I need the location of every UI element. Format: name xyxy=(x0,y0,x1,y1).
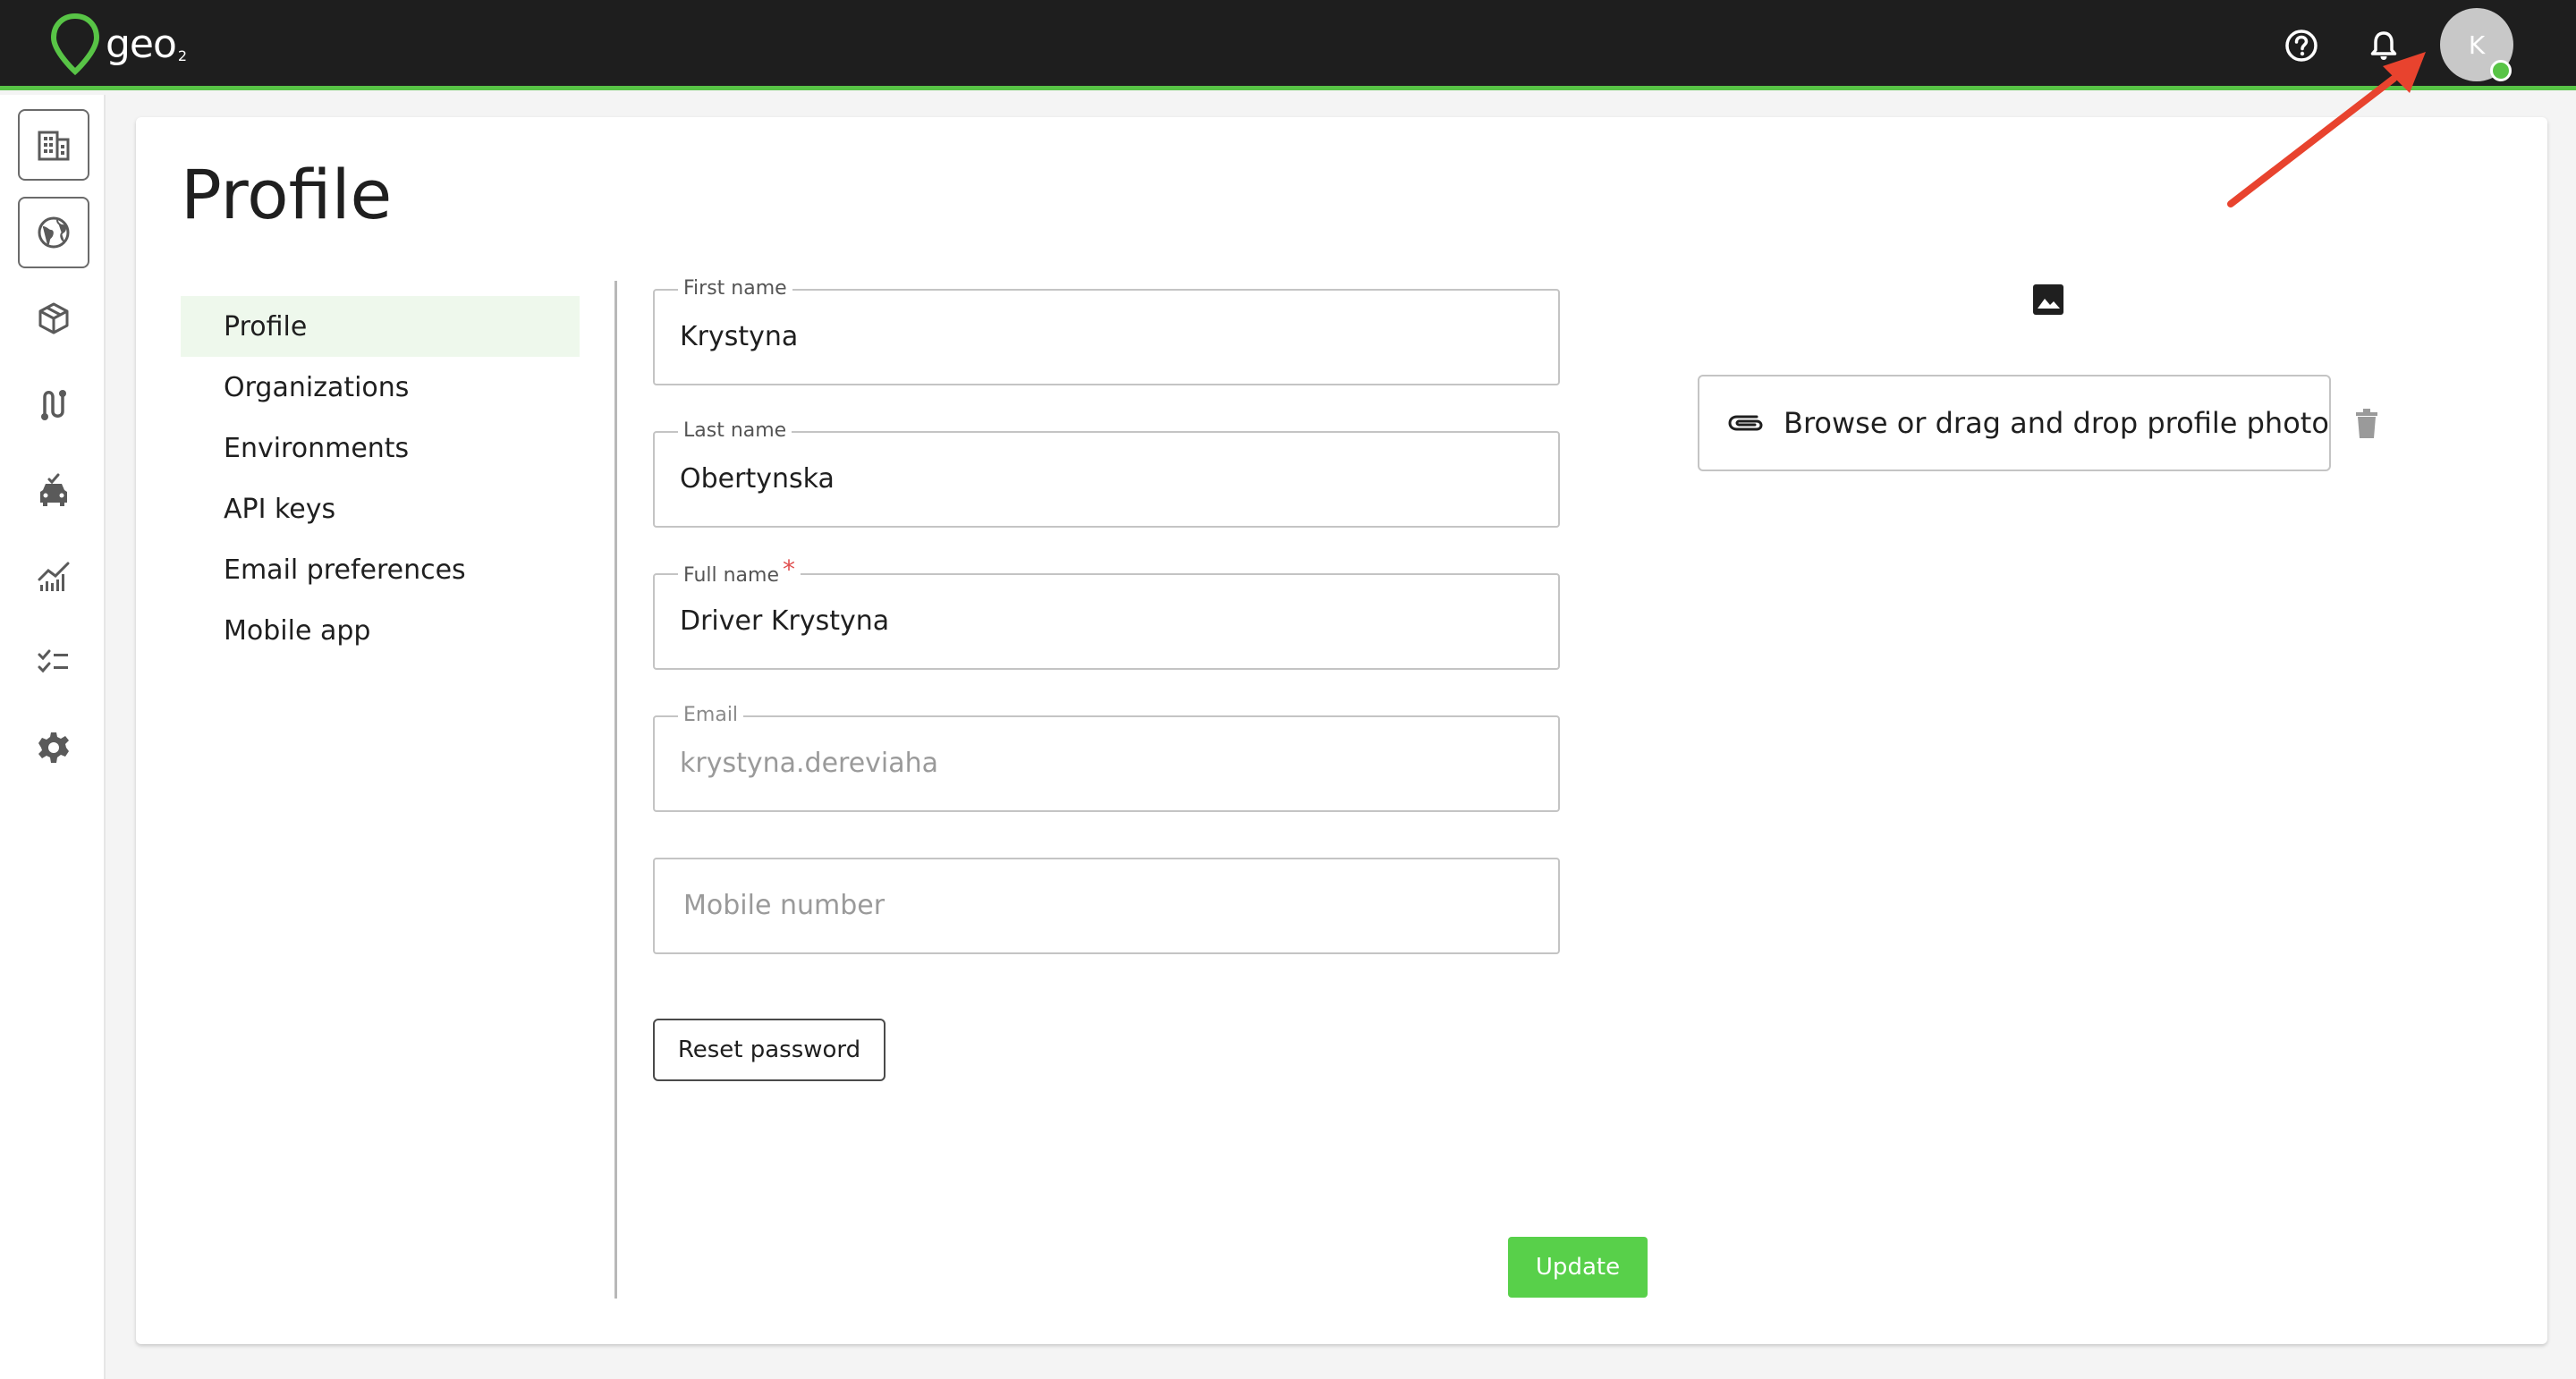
nav-analytics[interactable] xyxy=(18,540,89,612)
menu-item-profile[interactable]: Profile xyxy=(181,296,580,357)
settings-icon xyxy=(38,732,69,763)
nav-packages[interactable] xyxy=(18,283,89,354)
globe-icon xyxy=(38,216,70,249)
online-status-indicator xyxy=(2490,60,2512,81)
full-name-value: Driver Krystyna xyxy=(680,605,890,637)
vertical-divider xyxy=(614,281,617,1299)
vehicle-icon xyxy=(40,473,67,506)
reset-password-button[interactable]: Reset password xyxy=(653,1019,886,1081)
analytics-icon xyxy=(38,562,70,591)
browse-photo-button[interactable]: Browse or drag and drop profile photo xyxy=(1698,375,2331,471)
menu-item-api-keys[interactable]: API keys xyxy=(181,478,580,539)
nav-buildings[interactable] xyxy=(18,109,89,181)
menu-item-mobile-app[interactable]: Mobile app xyxy=(181,600,580,661)
nav-globe[interactable] xyxy=(18,197,89,268)
geo-pin-icon xyxy=(50,13,100,75)
help-icon[interactable] xyxy=(2281,25,2322,66)
nav-settings[interactable] xyxy=(18,712,89,783)
top-bar: geo 2 K xyxy=(0,0,2576,90)
first-name-value: Krystyna xyxy=(680,321,799,352)
mobile-number-placeholder: Mobile number xyxy=(683,890,886,921)
logo-text: geo xyxy=(106,21,177,67)
avatar-initial: K xyxy=(2468,30,2486,60)
menu-item-email-preferences[interactable]: Email preferences xyxy=(181,539,580,600)
profile-menu: Profile Organizations Environments API k… xyxy=(181,296,580,661)
nav-vehicles[interactable] xyxy=(18,454,89,526)
last-name-field[interactable]: Last name Obertynska xyxy=(653,419,1560,528)
email-field: Email krystyna.dereviaha xyxy=(653,704,1560,812)
update-button[interactable]: Update xyxy=(1508,1237,1648,1298)
first-name-field[interactable]: First name Krystyna xyxy=(653,277,1560,385)
bell-icon[interactable] xyxy=(2363,25,2404,66)
attachment-icon xyxy=(1726,411,1766,435)
app-logo[interactable]: geo 2 xyxy=(50,13,187,75)
menu-item-environments[interactable]: Environments xyxy=(181,418,580,478)
nav-routes[interactable] xyxy=(18,368,89,440)
buildings-icon xyxy=(38,131,70,161)
checklist-icon xyxy=(38,649,68,673)
email-value: krystyna.dereviaha xyxy=(680,748,939,779)
mobile-number-field[interactable]: Mobile number xyxy=(653,858,1560,954)
logo-subscript: 2 xyxy=(177,47,188,64)
page-title: Profile xyxy=(181,155,393,234)
last-name-value: Obertynska xyxy=(680,463,835,495)
route-icon xyxy=(41,390,66,420)
profile-card: Profile Profile Organizations Environmen… xyxy=(136,117,2547,1344)
box-icon xyxy=(38,302,69,334)
full-name-field[interactable]: Full name * Driver Krystyna xyxy=(653,557,1560,670)
browse-photo-label: Browse or drag and drop profile photo xyxy=(1784,406,2329,440)
side-navigation xyxy=(0,95,106,1379)
image-icon xyxy=(2030,282,2066,317)
delete-photo-icon[interactable] xyxy=(2349,405,2385,441)
menu-item-organizations[interactable]: Organizations xyxy=(181,357,580,418)
nav-tasks[interactable] xyxy=(18,626,89,698)
